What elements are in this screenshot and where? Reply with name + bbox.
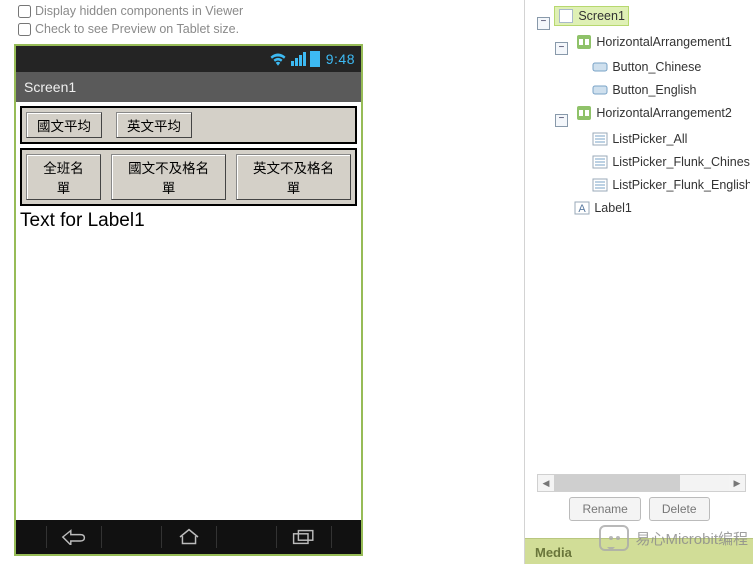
screen-icon <box>558 8 574 24</box>
tree-label: Screen1 <box>578 9 625 23</box>
rename-button[interactable]: Rename <box>569 497 640 521</box>
component-tree[interactable]: − Screen1 − <box>537 7 750 219</box>
delete-button[interactable]: Delete <box>649 497 710 521</box>
opt-display-hidden-label: Display hidden components in Viewer <box>35 2 243 20</box>
listpicker-flunk-chinese[interactable]: 國文不及格名單 <box>111 154 226 200</box>
nav-recent-icon[interactable] <box>276 526 332 548</box>
tree-node-ha1[interactable]: HorizontalArrangement1 <box>573 33 735 51</box>
button-chinese-avg[interactable]: 國文平均 <box>26 112 102 138</box>
tree-node-screen1[interactable]: Screen1 <box>555 7 628 25</box>
media-panel-header[interactable]: Media <box>525 538 753 564</box>
horizontal-arrangement-1[interactable]: 國文平均 英文平均 <box>20 106 357 144</box>
listpicker-flunk-english[interactable]: 英文不及格名單 <box>236 154 351 200</box>
tree-label: Button_English <box>612 83 696 97</box>
opt-tablet-preview[interactable]: Check to see Preview on Tablet size. <box>18 20 520 38</box>
nav-back-icon[interactable] <box>46 526 102 548</box>
tree-label: Button_Chinese <box>612 60 701 74</box>
listpicker-all[interactable]: 全班名單 <box>26 154 101 200</box>
tree-node-lp-all[interactable]: ListPicker_All <box>589 130 690 148</box>
harrangement-icon <box>576 105 592 121</box>
tree-node-button-english[interactable]: Button_English <box>589 81 699 99</box>
tree-node-lp-flunk-chinese[interactable]: ListPicker_Flunk_Chinese <box>589 153 750 171</box>
listpicker-icon <box>592 154 608 170</box>
android-navbar <box>16 520 361 554</box>
signal-icon <box>291 52 306 66</box>
checkbox-display-hidden[interactable] <box>18 5 31 18</box>
tree-node-button-chinese[interactable]: Button_Chinese <box>589 58 704 76</box>
tree-label: ListPicker_Flunk_English <box>612 178 750 192</box>
tree-hscrollbar[interactable]: ◀ ▶ <box>537 474 746 492</box>
wifi-icon <box>269 52 287 66</box>
battery-icon <box>310 51 320 67</box>
media-label: Media <box>535 545 572 560</box>
screen-canvas: 國文平均 英文平均 全班名單 國文不及格名單 英文不及格名單 Text for … <box>16 102 361 520</box>
tree-label: HorizontalArrangement2 <box>596 106 732 120</box>
clock-text: 9:48 <box>326 51 355 67</box>
horizontal-arrangement-2[interactable]: 全班名單 國文不及格名單 英文不及格名單 <box>20 148 357 206</box>
status-bar: 9:48 <box>16 46 361 72</box>
scroll-track[interactable] <box>554 475 729 491</box>
svg-text:A: A <box>579 203 587 215</box>
button-english-avg[interactable]: 英文平均 <box>116 112 192 138</box>
expander-icon[interactable]: − <box>555 114 568 127</box>
scroll-right-icon[interactable]: ▶ <box>729 475 745 491</box>
nav-home-icon[interactable] <box>161 526 217 548</box>
screen-title: Screen1 <box>24 79 76 95</box>
phone-preview: 9:48 Screen1 國文平均 英文平均 全班名單 國文不及格名單 英文不及… <box>14 44 363 556</box>
listpicker-icon <box>592 177 608 193</box>
opt-tablet-preview-label: Check to see Preview on Tablet size. <box>35 20 239 38</box>
checkbox-tablet-preview[interactable] <box>18 23 31 36</box>
scroll-thumb[interactable] <box>554 475 680 491</box>
tree-node-label1[interactable]: A Label1 <box>571 199 635 217</box>
tree-node-ha2[interactable]: HorizontalArrangement2 <box>573 104 735 122</box>
opt-display-hidden[interactable]: Display hidden components in Viewer <box>18 2 520 20</box>
tree-label: Label1 <box>594 201 632 215</box>
harrangement-icon <box>576 34 592 50</box>
label1[interactable]: Text for Label1 <box>16 208 361 234</box>
expander-icon[interactable]: − <box>537 17 550 30</box>
expander-icon[interactable]: − <box>555 42 568 55</box>
button-icon <box>592 82 608 98</box>
listpicker-icon <box>592 131 608 147</box>
tree-node-lp-flunk-english[interactable]: ListPicker_Flunk_English <box>589 176 750 194</box>
tree-label: ListPicker_Flunk_Chinese <box>612 155 750 169</box>
button-icon <box>592 59 608 75</box>
screen-title-bar: Screen1 <box>16 72 361 102</box>
tree-label: HorizontalArrangement1 <box>596 35 732 49</box>
scroll-left-icon[interactable]: ◀ <box>538 475 554 491</box>
tree-label: ListPicker_All <box>612 132 687 146</box>
label-icon: A <box>574 200 590 216</box>
